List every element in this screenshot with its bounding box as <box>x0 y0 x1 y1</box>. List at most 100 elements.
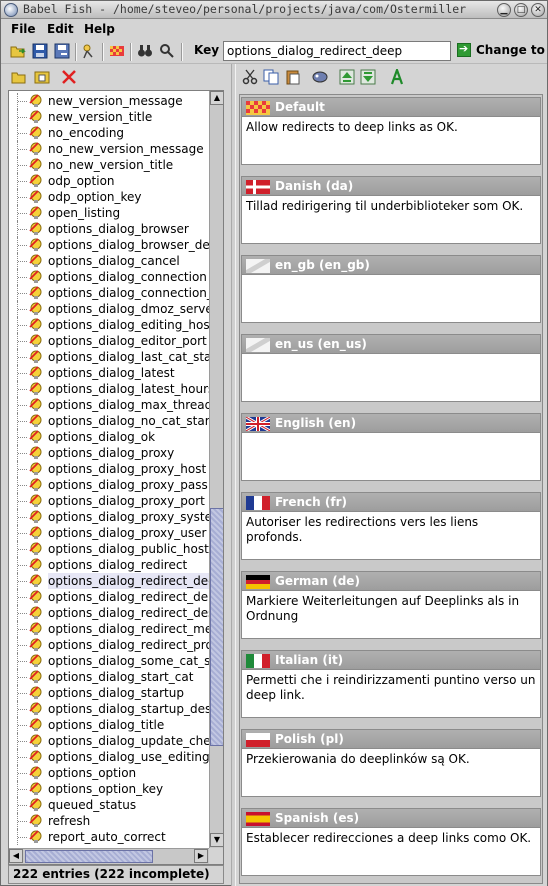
translation-text-area[interactable] <box>241 275 541 323</box>
tree-item[interactable]: options_dialog_use_editing_host <box>9 749 209 765</box>
tree-item[interactable]: options_dialog_proxy_port <box>9 493 209 509</box>
tree-item[interactable]: no_encoding <box>9 125 209 141</box>
scroll-up-icon[interactable]: ▲ <box>210 91 223 105</box>
tree-item[interactable]: options_dialog_cancel <box>9 253 209 269</box>
tree-item-label: options_dialog_proxy_pass <box>48 478 208 492</box>
translation-panel: French (fr) Autoriser les redirections ve… <box>241 492 541 562</box>
tree-item[interactable]: odp_option_key <box>9 189 209 205</box>
translation-text-area[interactable]: Allow redirects to deep links as OK. <box>241 117 541 165</box>
tree-item[interactable]: options_option_key <box>9 781 209 797</box>
translation-text-area[interactable]: Establecer redirecciones a deep links co… <box>241 828 541 876</box>
scroll-down-icon[interactable]: ▼ <box>210 833 223 847</box>
title-bar[interactable]: Babel Fish - /home/steveo/personal/proje… <box>1 1 547 19</box>
tree-item[interactable]: no_new_version_message <box>9 141 209 157</box>
tree-item[interactable]: queued_status <box>9 797 209 813</box>
menu-edit[interactable]: Edit <box>47 22 74 36</box>
tree-item[interactable]: odp_option <box>9 173 209 189</box>
change-to-button[interactable]: Change to <box>456 41 546 61</box>
tree-item[interactable]: options_dialog_some_cat_start <box>9 653 209 669</box>
tree-item[interactable]: options_dialog_ok <box>9 429 209 445</box>
new-key-icon[interactable] <box>34 69 50 85</box>
tree-item[interactable]: options_dialog_last_cat_start <box>9 349 209 365</box>
menu-file[interactable]: File <box>11 22 36 36</box>
maximize-icon[interactable]: □ <box>514 3 528 17</box>
default-flag-icon[interactable] <box>109 43 125 59</box>
move-down-icon[interactable] <box>360 69 376 85</box>
tree-branch <box>18 501 27 502</box>
translation-text-area[interactable]: Markiere Weiterleitungen auf Deeplinks a… <box>241 591 541 639</box>
tree-item[interactable]: options_dialog_redirect_meta <box>9 621 209 637</box>
tree-item[interactable]: options_dialog_update_check <box>9 733 209 749</box>
minimize-icon[interactable]: ▁ <box>497 3 511 17</box>
tree-item[interactable]: options_dialog_editing_host <box>9 317 209 333</box>
tree-vertical-scrollbar[interactable]: ▲ ▼ <box>209 91 223 848</box>
expand-folder-icon[interactable] <box>11 69 27 85</box>
open-icon[interactable] <box>10 43 26 59</box>
tree-item[interactable]: options_dialog_redirect_proxy <box>9 637 209 653</box>
translation-text-area[interactable]: Autoriser les redirections vers les lien… <box>241 512 541 560</box>
tree-item[interactable]: options_dialog_redirect_deep <box>9 573 209 589</box>
scroll-right-icon[interactable]: ▶ <box>194 849 208 863</box>
key-tree[interactable]: new_version_message new_version_title no_e… <box>8 90 224 865</box>
tree-item[interactable]: options_dialog_max_threads <box>9 397 209 413</box>
delete-key-icon[interactable] <box>61 69 77 85</box>
tree-item[interactable]: refresh <box>9 813 209 829</box>
tree-item[interactable]: new_version_message <box>9 93 209 109</box>
tree-item[interactable]: no_new_version_title <box>9 157 209 173</box>
tree-item[interactable]: options_dialog_no_cat_start <box>9 413 209 429</box>
paste-icon[interactable] <box>285 69 301 85</box>
tree-item[interactable]: options_dialog_proxy <box>9 445 209 461</box>
cut-icon[interactable] <box>242 69 258 85</box>
tree-item[interactable]: options_dialog_proxy_user <box>9 525 209 541</box>
tree-horizontal-scroll-thumb[interactable] <box>25 850 153 863</box>
scroll-left-icon[interactable]: ◀ <box>9 849 23 863</box>
translation-text-area[interactable]: Tillad redirigering til underbiblioteker… <box>241 196 541 244</box>
menu-help[interactable]: Help <box>84 22 115 36</box>
tree-item[interactable]: options_dialog_editor_port <box>9 333 209 349</box>
move-up-icon[interactable] <box>339 69 355 85</box>
tree-item[interactable]: options_dialog_title <box>9 717 209 733</box>
tree-item[interactable]: options_dialog_redirect_deny <box>9 589 209 605</box>
tree-item[interactable]: report_auto_correct <box>9 829 209 845</box>
tree-vertical-scroll-thumb[interactable] <box>210 508 223 746</box>
tree-item[interactable]: options_dialog_latest <box>9 365 209 381</box>
save-icon[interactable] <box>32 43 48 59</box>
tree-item[interactable]: options_dialog_start_cat <box>9 669 209 685</box>
binoculars-icon[interactable] <box>137 43 153 59</box>
tree-item[interactable]: options_dialog_connection_desc <box>9 285 209 301</box>
tree-horizontal-scrollbar[interactable]: ◀ ▶ <box>9 848 209 864</box>
tree-item[interactable]: options_dialog_proxy_system <box>9 509 209 525</box>
tree-item[interactable]: new_version_title <box>9 109 209 125</box>
save-as-icon[interactable] <box>54 43 70 59</box>
key-bulb-icon <box>29 142 42 155</box>
tree-item[interactable]: options_dialog_proxy_host <box>9 461 209 477</box>
translation-text-area[interactable] <box>241 433 541 481</box>
key-bulb-icon <box>29 798 42 811</box>
tree-item[interactable]: options_dialog_redirect <box>9 557 209 573</box>
wizard-icon[interactable] <box>81 43 97 59</box>
translation-text-area[interactable] <box>241 354 541 402</box>
translation-panel: Spanish (es) Establecer redirecciones a d… <box>241 808 541 878</box>
tree-item[interactable]: options_dialog_startup_desc <box>9 701 209 717</box>
tree-item[interactable]: open_listing <box>9 205 209 221</box>
tree-item[interactable]: options_dialog_connection <box>9 269 209 285</box>
tree-item[interactable]: options_dialog_browser <box>9 221 209 237</box>
translation-text-area[interactable]: Permetti che i reindirizzamenti puntino … <box>241 670 541 718</box>
tree-item[interactable]: options_dialog_startup <box>9 685 209 701</box>
translate-icon[interactable] <box>312 69 328 85</box>
copy-icon[interactable] <box>263 69 279 85</box>
key-bulb-icon <box>29 654 42 667</box>
translation-text-area[interactable]: Przekierowania do deeplinków są OK. <box>241 749 541 797</box>
key-bulb-icon <box>29 606 42 619</box>
tree-item[interactable]: options_dialog_dmoz_server <box>9 301 209 317</box>
font-icon[interactable] <box>389 69 405 85</box>
key-input[interactable] <box>223 41 451 61</box>
tree-item[interactable]: options_dialog_browser_desc <box>9 237 209 253</box>
tree-item[interactable]: options_dialog_latest_hours <box>9 381 209 397</box>
tree-item[interactable]: options_dialog_public_host <box>9 541 209 557</box>
tree-item[interactable]: options_dialog_redirect_desc <box>9 605 209 621</box>
tree-item[interactable]: options_option <box>9 765 209 781</box>
find-next-icon[interactable] <box>159 43 175 59</box>
close-icon[interactable]: ✕ <box>531 3 545 17</box>
tree-item[interactable]: options_dialog_proxy_pass <box>9 477 209 493</box>
